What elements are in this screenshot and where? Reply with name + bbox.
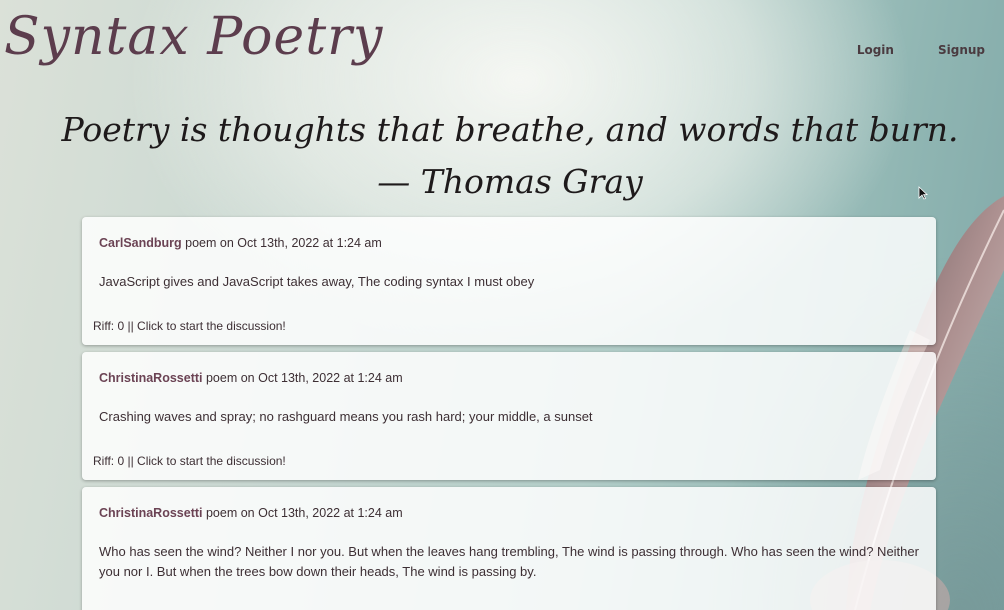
poem-card[interactable]: CarlSandburg poem on Oct 13th, 2022 at 1… <box>82 217 936 345</box>
poem-body: Crashing waves and spray; no rashguard m… <box>99 409 593 424</box>
poem-feed: CarlSandburg poem on Oct 13th, 2022 at 1… <box>82 217 936 610</box>
signup-link[interactable]: Signup <box>938 43 985 57</box>
post-date: poem on Oct 13th, 2022 at 1:24 am <box>185 236 382 250</box>
top-nav: Login Signup <box>857 43 985 57</box>
poem-body: JavaScript gives and JavaScript takes aw… <box>99 274 535 289</box>
poem-meta: ChristinaRossetti poem on Oct 13th, 2022… <box>82 487 936 520</box>
post-date: poem on Oct 13th, 2022 at 1:24 am <box>205 506 403 520</box>
author-link[interactable]: CarlSandburg <box>99 236 182 250</box>
poem-meta: CarlSandburg poem on Oct 13th, 2022 at 1… <box>82 217 936 250</box>
riff-footer: Riff: 0 || Click to start the discussion… <box>82 427 936 480</box>
poem-body: Who has seen the wind? Neither I nor you… <box>99 544 919 579</box>
poem-card[interactable]: ChristinaRossetti poem on Oct 13th, 2022… <box>82 487 936 610</box>
login-link[interactable]: Login <box>857 43 894 57</box>
hero-quote: Poetry is thoughts that breathe, and wor… <box>61 110 959 201</box>
riff-footer: Riff: 0 || Click to start the discussion… <box>82 292 936 345</box>
post-date: poem on Oct 13th, 2022 at 1:24 am <box>205 371 403 385</box>
poem-meta: ChristinaRossetti poem on Oct 13th, 2022… <box>82 352 936 385</box>
author-link[interactable]: ChristinaRossetti <box>99 506 203 520</box>
mouse-cursor-icon <box>918 186 928 200</box>
riff-discussion-link[interactable]: Riff: 0 || Click to start the discussion… <box>93 319 286 333</box>
author-link[interactable]: ChristinaRossetti <box>99 371 203 385</box>
poem-card[interactable]: ChristinaRossetti poem on Oct 13th, 2022… <box>82 352 936 480</box>
app-logo-title[interactable]: Syntax Poetry <box>4 6 383 68</box>
riff-discussion-link[interactable]: Riff: 0 || Click to start the discussion… <box>93 454 286 468</box>
